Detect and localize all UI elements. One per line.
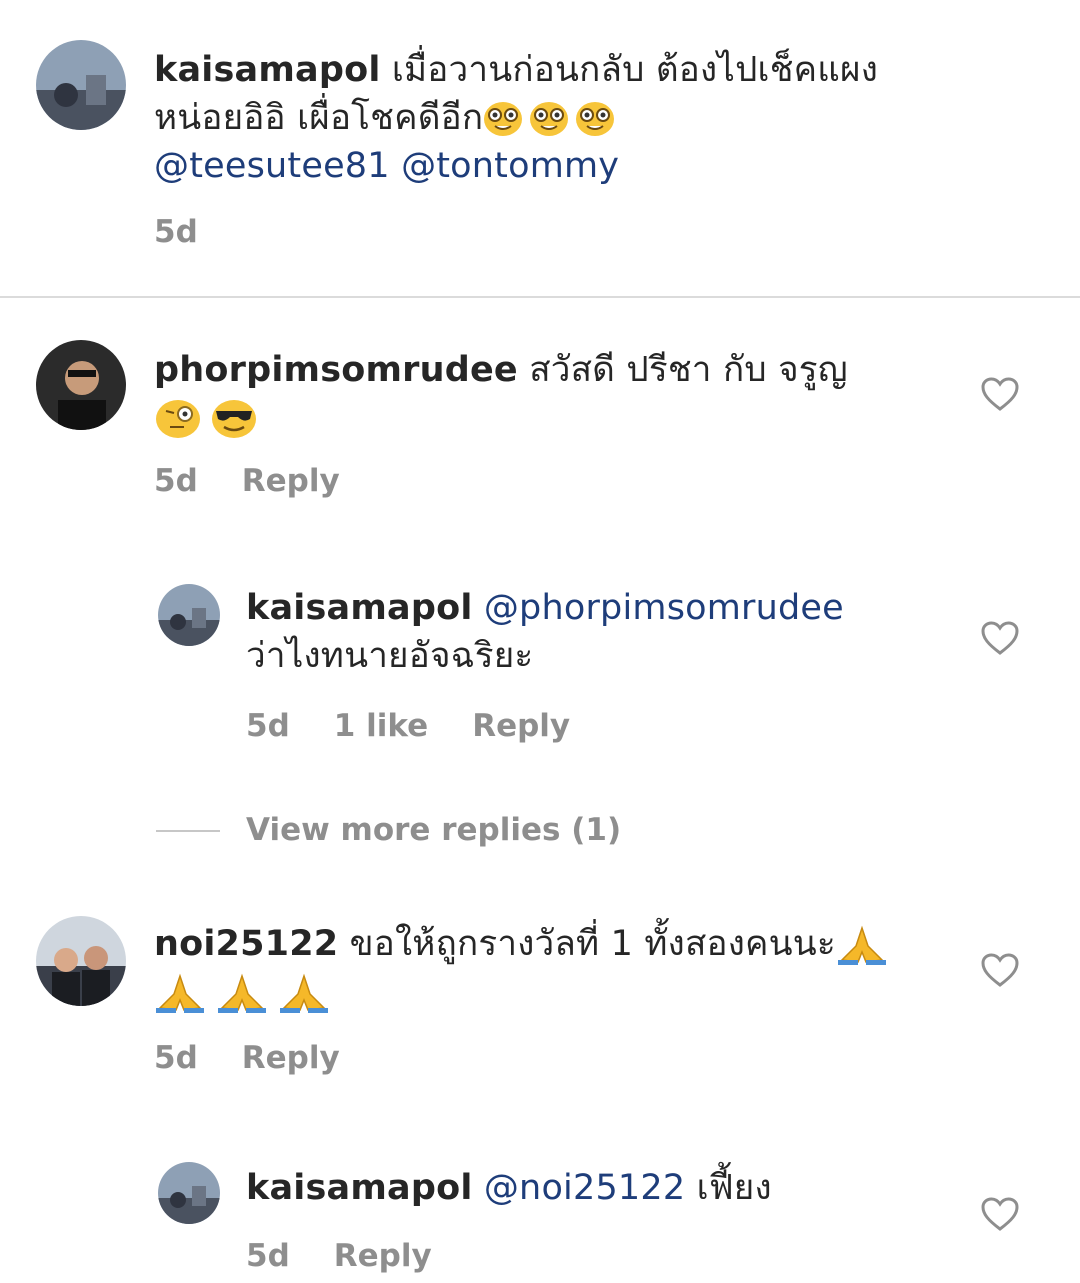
post-meta: 5d	[154, 214, 242, 250]
reply-button[interactable]: Reply	[242, 463, 340, 499]
folded-hands-emoji	[836, 924, 888, 966]
reply-button[interactable]: Reply	[242, 1040, 340, 1076]
reply-time: 5d	[246, 1238, 290, 1274]
comment-time: 5d	[154, 1040, 198, 1076]
sunglasses-face-emoji	[210, 399, 258, 439]
folded-hands-emoji	[154, 972, 206, 1014]
folded-hands-emoji	[278, 972, 330, 1014]
like-heart-icon[interactable]	[980, 1196, 1020, 1232]
likes-count[interactable]: 1 like	[334, 708, 428, 744]
reply-button[interactable]: Reply	[334, 1238, 432, 1274]
folded-hands-emoji	[216, 972, 268, 1014]
like-heart-icon[interactable]	[980, 952, 1020, 988]
post-text-line2: หน่อยอิอิ เผื่อโชคดีอีก	[154, 98, 484, 138]
reply-text: เฟี้ยง	[696, 1168, 772, 1208]
reply-avatar[interactable]	[158, 584, 220, 646]
nerd-face-emoji	[529, 101, 569, 137]
comment-avatar[interactable]	[36, 340, 126, 430]
comment-username[interactable]: phorpimsomrudee	[154, 350, 518, 390]
comment: noi25122 ขอให้ถูกรางวัลที่ 1 ทั้งสองคนนะ	[154, 920, 944, 1016]
mention-link[interactable]: @teesutee81	[154, 146, 390, 186]
post-text-line1: เมื่อวานก่อนกลับ ต้องไปเช็คแผง	[391, 50, 879, 90]
view-more-replies[interactable]: View more replies (1)	[246, 812, 621, 848]
monocle-face-emoji	[154, 399, 202, 439]
reply: kaisamapol @phorpimsomrudee ว่าไงทนายอัจ…	[246, 584, 946, 680]
comment-meta: 5d Reply	[154, 1040, 384, 1076]
reply: kaisamapol @noi25122 เฟี้ยง	[246, 1164, 946, 1212]
view-more-replies-line	[156, 830, 220, 832]
reply-button[interactable]: Reply	[472, 708, 570, 744]
divider	[0, 296, 1080, 298]
nerd-face-emoji	[483, 101, 523, 137]
comment-text: ขอให้ถูกรางวัลที่ 1 ทั้งสองคนนะ	[349, 924, 836, 964]
like-heart-icon[interactable]	[980, 376, 1020, 412]
comment-meta: 5d Reply	[154, 463, 384, 499]
post-caption: kaisamapol เมื่อวานก่อนกลับ ต้องไปเช็คแผ…	[154, 46, 954, 190]
mention-link[interactable]: @noi25122	[484, 1168, 685, 1208]
reply-meta: 5d 1 like Reply	[246, 708, 614, 744]
reply-time: 5d	[246, 708, 290, 744]
reply-avatar[interactable]	[158, 1162, 220, 1224]
reply-meta: 5d Reply	[246, 1238, 476, 1274]
post-time: 5d	[154, 214, 198, 250]
post-avatar[interactable]	[36, 40, 126, 130]
comment-text: สวัสดี ปรีชา กับ จรูญ	[529, 350, 848, 390]
comment: phorpimsomrudee สวัสดี ปรีชา กับ จรูญ	[154, 346, 944, 442]
mention-link[interactable]: @phorpimsomrudee	[484, 588, 844, 628]
reply-username[interactable]: kaisamapol	[246, 1168, 473, 1208]
comment-time: 5d	[154, 463, 198, 499]
nerd-face-emoji	[575, 101, 615, 137]
comment-avatar[interactable]	[36, 916, 126, 1006]
comment-username[interactable]: noi25122	[154, 924, 338, 964]
reply-text: ว่าไงทนายอัจฉริยะ	[246, 636, 534, 676]
like-heart-icon[interactable]	[980, 620, 1020, 656]
mention-link[interactable]: @tontommy	[401, 146, 619, 186]
post-username[interactable]: kaisamapol	[154, 50, 381, 90]
reply-username[interactable]: kaisamapol	[246, 588, 473, 628]
